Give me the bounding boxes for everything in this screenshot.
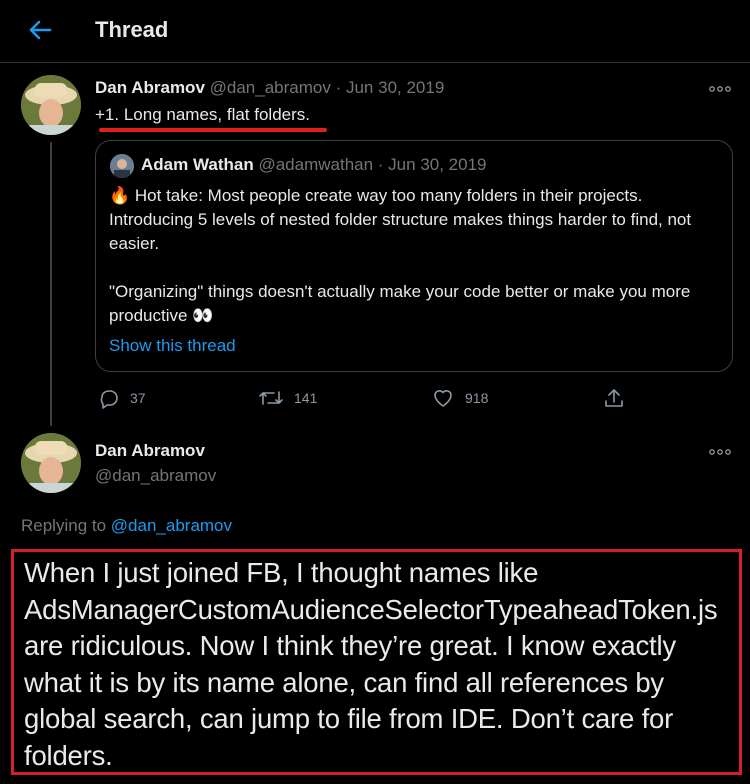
- retweet-button[interactable]: 141: [258, 385, 317, 411]
- author-name[interactable]: Dan Abramov: [95, 78, 205, 97]
- retweet-count: 141: [294, 390, 318, 406]
- highlight-box: When I just joined FB, I thought names l…: [11, 549, 742, 775]
- tweet-actions: 37 141 918: [95, 385, 735, 411]
- author-handle[interactable]: @dan_abramov: [210, 78, 331, 97]
- share-icon: [605, 389, 623, 407]
- share-button[interactable]: [602, 385, 626, 411]
- avatar[interactable]: [21, 433, 81, 493]
- more-icon[interactable]: [708, 82, 732, 96]
- quote-line-1: Hot take: Most people create way too man…: [109, 186, 692, 253]
- header: Thread: [0, 0, 750, 63]
- tweet-author-line: Dan Abramov @dan_abramov · Jun 30, 2019: [95, 78, 444, 98]
- quoted-tweet[interactable]: Adam Wathan @adamwathan · Jun 30, 2019 🔥…: [95, 140, 733, 372]
- quote-date: · Jun 30, 2019: [377, 155, 487, 174]
- tweet-text: +1. Long names, flat folders.: [95, 105, 310, 124]
- like-count: 918: [465, 390, 489, 406]
- replying-to-link[interactable]: @dan_abramov: [111, 516, 232, 535]
- eyes-emoji: 👀: [192, 306, 214, 325]
- fire-emoji: 🔥: [109, 186, 131, 205]
- replying-to: Replying to @dan_abramov: [21, 516, 232, 536]
- annotation-underline: [99, 128, 327, 132]
- replying-label: Replying to: [21, 516, 107, 535]
- author-handle[interactable]: @dan_abramov: [95, 466, 216, 486]
- quote-text: 🔥 Hot take: Most people create way too m…: [109, 184, 719, 328]
- quote-author-line: Adam Wathan @adamwathan · Jun 30, 2019: [141, 155, 487, 175]
- avatar[interactable]: [21, 75, 81, 135]
- tweet-text: When I just joined FB, I thought names l…: [24, 557, 718, 771]
- thread-connector: [50, 142, 52, 426]
- retweet-icon: [259, 391, 283, 405]
- show-thread-link[interactable]: Show this thread: [109, 336, 236, 356]
- quote-author-name: Adam Wathan: [141, 155, 254, 174]
- reply-icon: [100, 390, 118, 409]
- quote-author-handle: @adamwathan: [258, 155, 374, 174]
- like-button[interactable]: 918: [431, 385, 488, 411]
- like-icon: [434, 390, 452, 407]
- author-name[interactable]: Dan Abramov: [95, 441, 205, 461]
- reply-button[interactable]: 37: [98, 385, 146, 411]
- avatar: [110, 154, 134, 178]
- page-title: Thread: [95, 17, 169, 42]
- tweet-date[interactable]: · Jun 30, 2019: [336, 78, 445, 97]
- reply-count: 37: [130, 390, 146, 406]
- back-arrow-icon[interactable]: [26, 16, 54, 44]
- more-icon[interactable]: [708, 445, 732, 459]
